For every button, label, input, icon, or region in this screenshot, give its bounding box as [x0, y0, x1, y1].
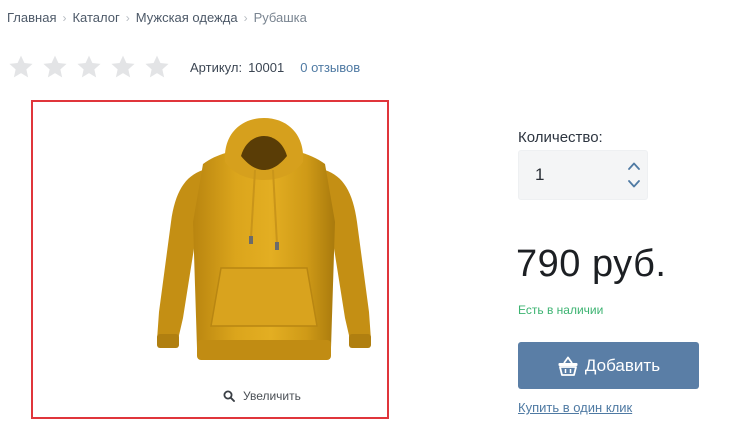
chevron-up-icon[interactable]	[627, 160, 641, 172]
breadcrumb-separator-icon: ›	[125, 10, 130, 25]
product-image-frame[interactable]: Увеличить	[31, 100, 389, 419]
add-to-cart-button[interactable]: Добавить	[518, 342, 699, 389]
chevron-down-icon[interactable]	[627, 178, 641, 190]
breadcrumb-separator-icon: ›	[243, 10, 248, 25]
reviews-link[interactable]: 0 отзывов	[300, 60, 360, 75]
rating-row: Артикул: 10001 0 отзывов	[6, 53, 360, 81]
basket-icon	[558, 356, 578, 376]
star-icon[interactable]	[108, 53, 138, 81]
breadcrumb-catalog[interactable]: Каталог	[72, 10, 119, 25]
product-price: 790 руб.	[516, 243, 667, 285]
rating-stars[interactable]	[6, 53, 172, 81]
stock-status: Есть в наличии	[518, 303, 604, 317]
breadcrumb-current: Рубашка	[253, 10, 307, 25]
quantity-stepper[interactable]: 1	[518, 150, 648, 200]
breadcrumb-mens-clothing[interactable]: Мужская одежда	[136, 10, 238, 25]
sku-label: Артикул:	[190, 59, 243, 75]
breadcrumb-home[interactable]: Главная	[7, 10, 56, 25]
product-image[interactable]	[145, 112, 383, 380]
zoom-label: Увеличить	[243, 389, 301, 403]
quantity-value[interactable]: 1	[535, 165, 544, 185]
buy-one-click-link[interactable]: Купить в один клик	[518, 400, 632, 415]
star-icon[interactable]	[142, 53, 172, 81]
star-icon[interactable]	[74, 53, 104, 81]
zoom-button[interactable]: Увеличить	[223, 389, 301, 403]
breadcrumb-separator-icon: ›	[62, 10, 67, 25]
star-icon[interactable]	[40, 53, 70, 81]
quantity-label: Количество:	[518, 129, 603, 146]
sku-value: 10001	[248, 59, 285, 75]
add-to-cart-label: Добавить	[584, 355, 661, 375]
star-icon[interactable]	[6, 53, 36, 81]
breadcrumb: Главная › Каталог › Мужская одежда › Руб…	[7, 10, 307, 25]
magnifier-icon	[223, 390, 235, 402]
